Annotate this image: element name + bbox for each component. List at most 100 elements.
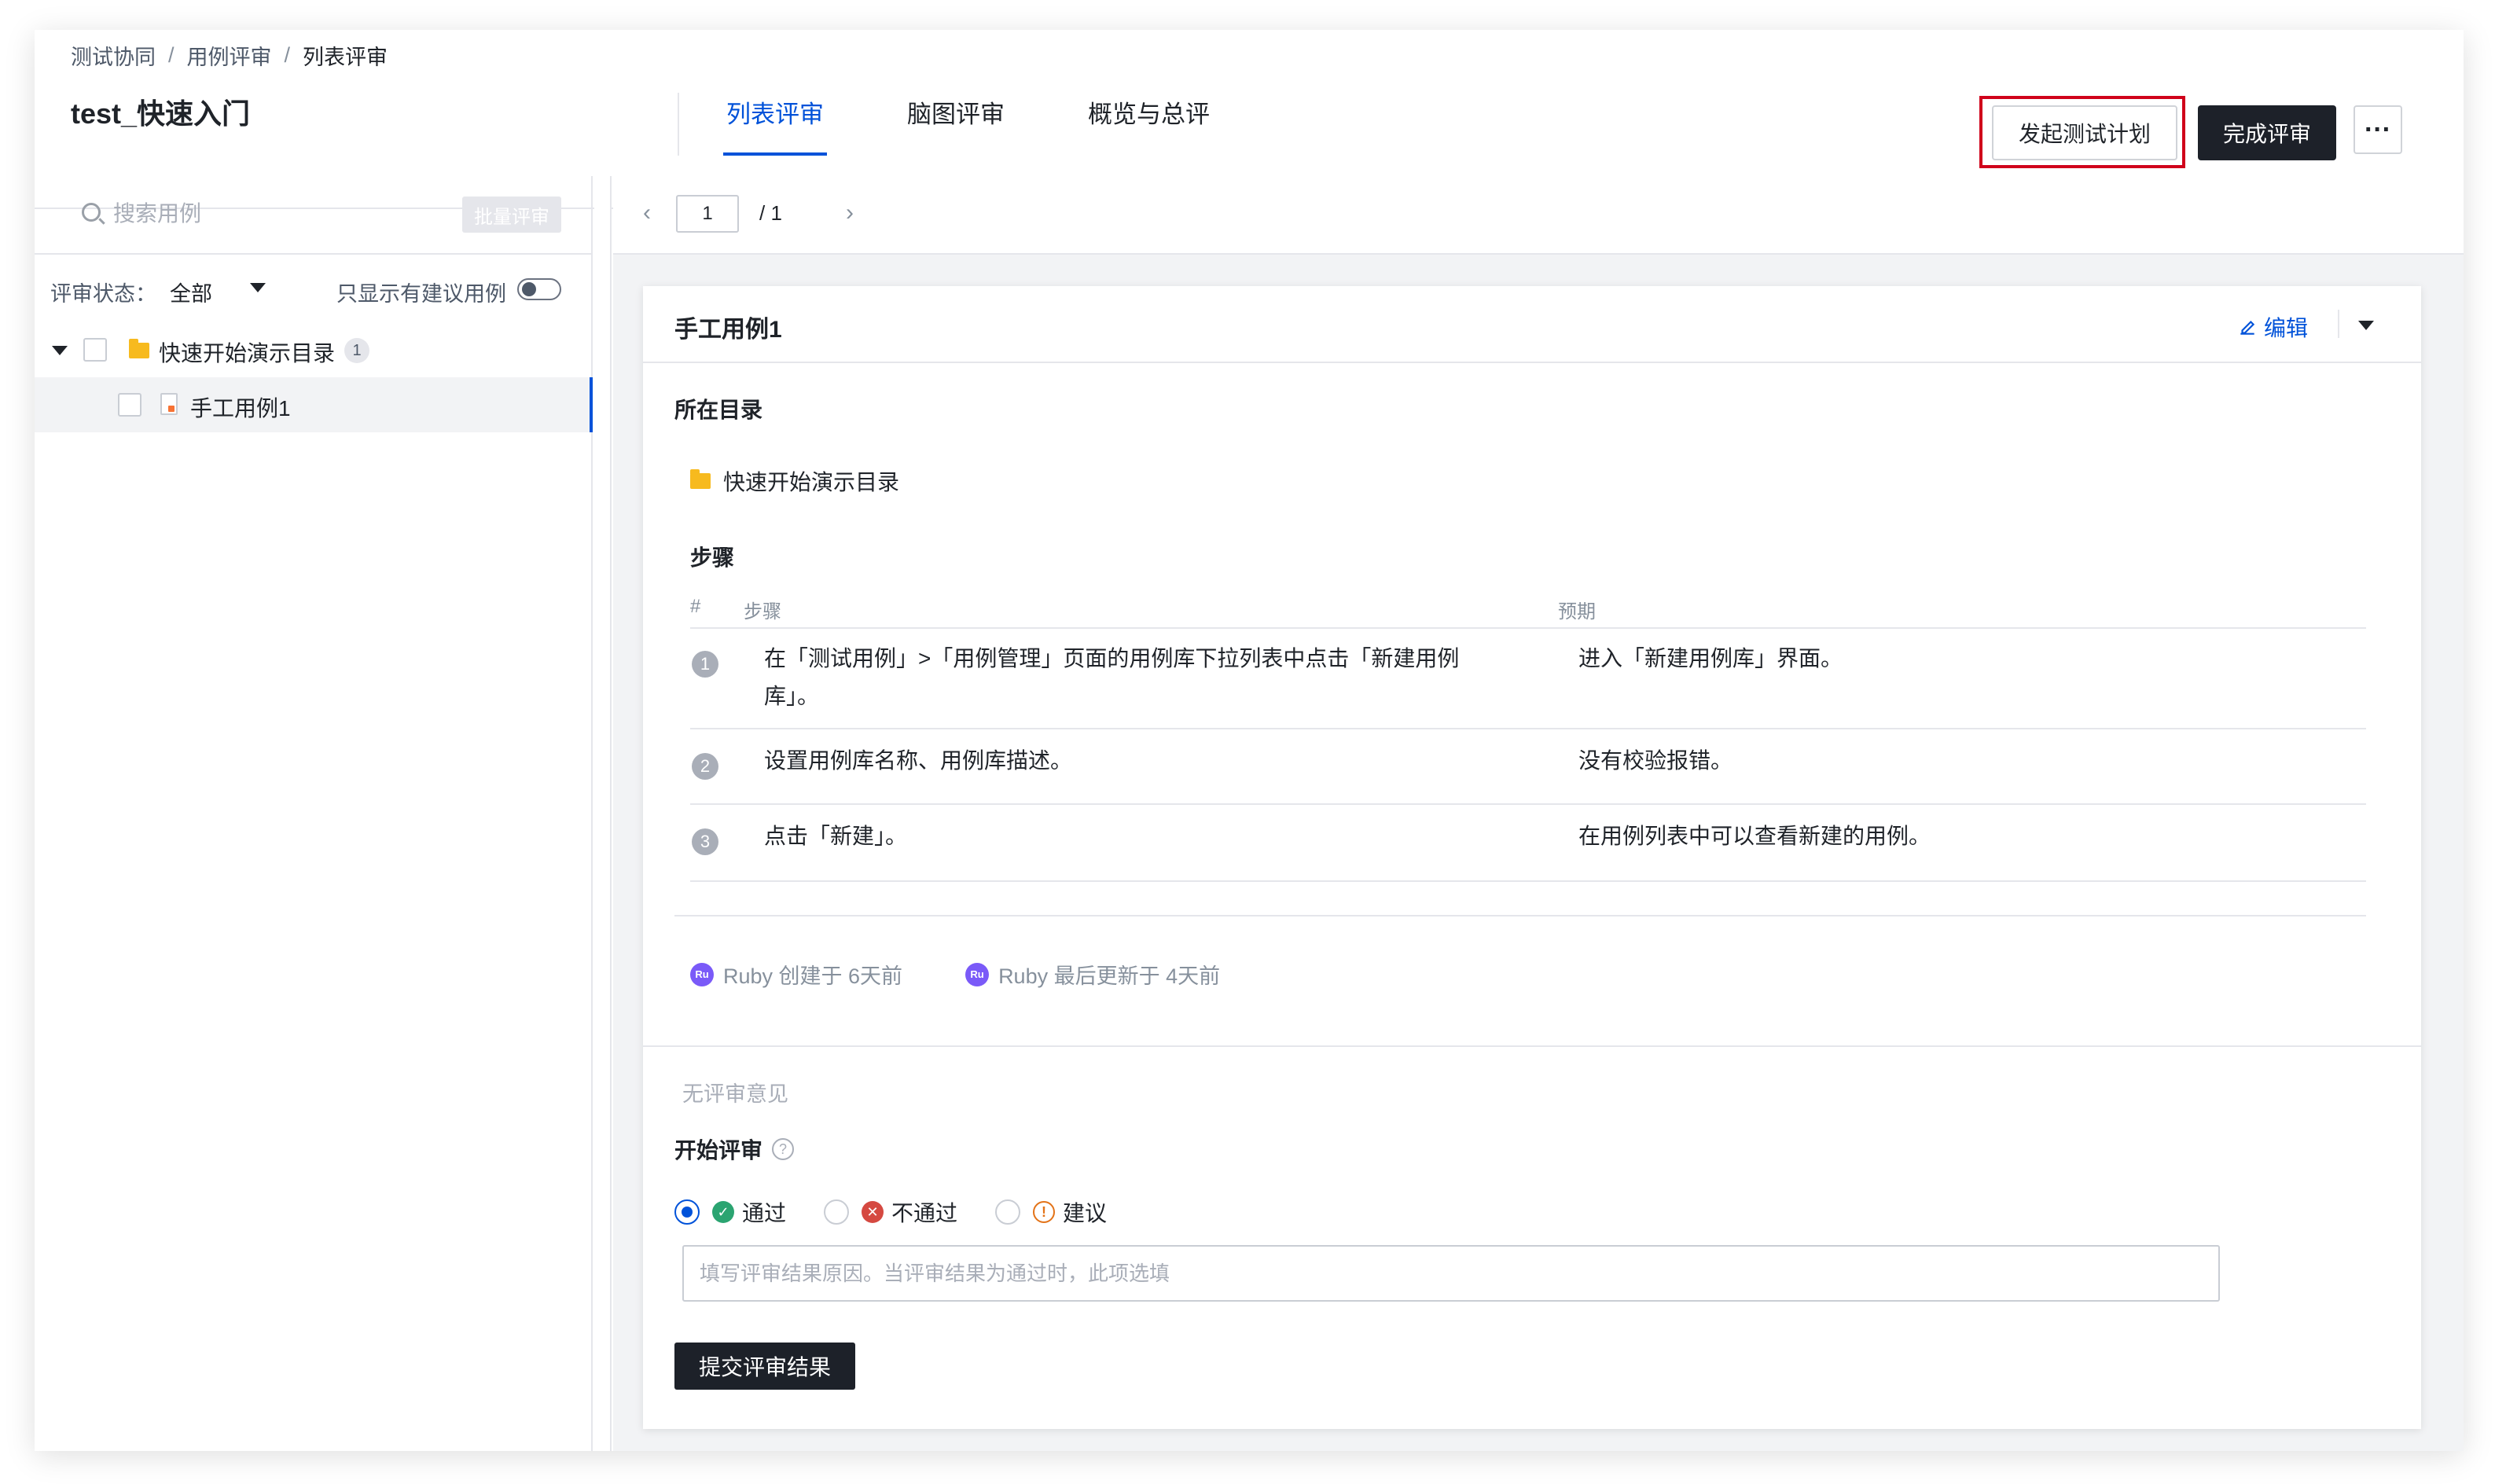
chevron-down-icon[interactable] <box>250 283 266 292</box>
filter-row: 评审状态： 全部 只显示有建议用例 <box>35 255 591 322</box>
collapse-caret-icon[interactable] <box>2358 321 2374 330</box>
folder-count-badge: 1 <box>344 338 369 363</box>
page-title: test_快速入门 <box>71 97 251 130</box>
check-circle-icon: ✓ <box>712 1201 734 1223</box>
case-title: 手工用例1 <box>674 317 782 343</box>
view-tabs: 列表评审 脑图评审 概览与总评 <box>678 93 1293 156</box>
edit-label: 编辑 <box>2264 316 2309 340</box>
search-input[interactable] <box>113 195 396 233</box>
case-card-header: 手工用例1 编辑 <box>643 286 2421 363</box>
step-description: 点击「新建」。 <box>764 824 908 848</box>
radio-suggest[interactable]: ! 建议 <box>995 1196 1107 1228</box>
no-review-comment: 无评审意见 <box>682 1082 788 1106</box>
radio-button[interactable] <box>824 1199 850 1225</box>
breadcrumb-item-case-review[interactable]: 用例评审 <box>187 40 272 71</box>
page-total: / 1 <box>759 201 782 225</box>
submit-review-button[interactable]: 提交评审结果 <box>674 1343 855 1390</box>
folder-icon <box>690 469 711 489</box>
case-sidebar: 批量评审 评审状态： 全部 只显示有建议用例 快速开始演示目录 1 手工用例1 <box>35 176 593 1451</box>
caret-down-icon[interactable] <box>52 346 68 355</box>
chevron-right-icon[interactable]: › <box>846 200 854 226</box>
warning-circle-icon: ! <box>1033 1201 1056 1223</box>
divider <box>674 915 2366 916</box>
updated-info: Ru Ruby 最后更新于 4天前 <box>965 959 1220 990</box>
tree-folder-item[interactable]: 快速开始演示目录 1 <box>35 322 591 377</box>
start-review-heading: 开始评审 ? <box>674 1133 795 1165</box>
folder-name: 快速开始演示目录 <box>159 341 336 365</box>
table-row: 1 在「测试用例」>「用例管理」页面的用例库下拉列表中点击「新建用例库」。 进入… <box>690 629 2366 729</box>
step-number-badge: 1 <box>692 651 718 678</box>
launch-test-plan-button[interactable]: 发起测试计划 <box>1992 105 2177 160</box>
review-section: 无评审意见 开始评审 ? ✓ 通过 ✕ 不通过 ! 建议 填写评审结果原因。当评… <box>643 1045 2421 1429</box>
finish-review-button[interactable]: 完成评审 <box>2198 105 2336 160</box>
step-number-badge: 2 <box>692 753 718 780</box>
breadcrumb: 测试协同 / 用例评审 / 列表评审 <box>71 39 388 71</box>
header-divider-line <box>2338 310 2339 338</box>
review-result-radio-group: ✓ 通过 ✕ 不通过 ! 建议 <box>674 1196 1145 1228</box>
breadcrumb-separator: / <box>168 42 175 67</box>
batch-review-button[interactable]: 批量评审 <box>462 197 561 233</box>
case-detail-card: 手工用例1 编辑 所在目录 快速开始演示目录 步骤 # 步骤 预期 1 在「测试… <box>643 286 2421 1429</box>
edit-button[interactable]: 编辑 <box>2237 311 2308 343</box>
steps-table: # 步骤 预期 1 在「测试用例」>「用例管理」页面的用例库下拉列表中点击「新建… <box>690 585 2366 882</box>
radio-button[interactable] <box>995 1199 1021 1225</box>
tab-overview[interactable]: 概览与总评 <box>1088 93 1210 156</box>
app-window: 测试协同 / 用例评审 / 列表评审 test_快速入门 列表评审 脑图评审 概… <box>35 30 2464 1451</box>
created-text: Ruby 创建于 6天前 <box>723 964 903 988</box>
review-status-label: 评审状态： <box>50 282 156 306</box>
directory-value: 快速开始演示目录 <box>723 470 900 494</box>
radio-pass[interactable]: ✓ 通过 <box>674 1196 786 1228</box>
main-panel: ‹ 1 / 1 › 手工用例1 编辑 所在目录 快速开始演示目录 步骤 # 步骤… <box>613 176 2464 1451</box>
help-icon[interactable]: ? <box>772 1138 795 1160</box>
radio-fail[interactable]: ✕ 不通过 <box>824 1196 957 1228</box>
tab-list-review[interactable]: 列表评审 <box>723 93 827 156</box>
tree-case-item[interactable]: 手工用例1 <box>35 377 593 432</box>
directory-value-row: 快速开始演示目录 <box>690 465 899 497</box>
steps-table-header: # 步骤 预期 <box>690 585 2366 629</box>
directory-label: 所在目录 <box>674 398 763 422</box>
test-case-icon <box>160 393 178 415</box>
sidebar-resize-handle[interactable] <box>594 176 612 1451</box>
breadcrumb-item-current: 列表评审 <box>303 45 388 69</box>
breadcrumb-item-collab[interactable]: 测试协同 <box>71 40 156 71</box>
search-row: 批量评审 <box>35 176 591 255</box>
breadcrumb-separator: / <box>284 42 291 67</box>
folder-checkbox[interactable] <box>83 338 107 362</box>
more-options-button[interactable]: ··· <box>2354 105 2402 154</box>
radio-button[interactable] <box>674 1199 700 1225</box>
avatar: Ru <box>690 962 714 986</box>
table-row: 2 设置用例库名称、用例库描述。 没有校验报错。 <box>690 729 2366 805</box>
radio-label: 建议 <box>1063 1201 1108 1225</box>
search-icon <box>82 203 101 222</box>
step-number-badge: 3 <box>692 828 718 855</box>
tab-mindmap-review[interactable]: 脑图评审 <box>907 93 1005 156</box>
folder-icon <box>129 339 149 358</box>
more-icon: ··· <box>2365 115 2391 145</box>
suggest-only-toggle[interactable] <box>517 278 561 300</box>
chevron-left-icon[interactable]: ‹ <box>643 200 651 226</box>
suggest-only-label: 只显示有建议用例 <box>336 282 506 306</box>
case-checkbox[interactable] <box>118 393 141 417</box>
radio-label: 通过 <box>742 1201 787 1225</box>
avatar: Ru <box>965 962 990 986</box>
start-review-label: 开始评审 <box>674 1138 763 1163</box>
case-meta: Ru Ruby 创建于 6天前 Ru Ruby 最后更新于 4天前 <box>690 959 1283 990</box>
page-input[interactable]: 1 <box>676 195 739 233</box>
steps-label: 步骤 <box>690 545 735 570</box>
table-row: 3 点击「新建」。 在用例列表中可以查看新建的用例。 <box>690 805 2366 882</box>
updated-text: Ruby 最后更新于 4天前 <box>998 964 1221 988</box>
case-name: 手工用例1 <box>190 396 291 421</box>
close-circle-icon: ✕ <box>862 1201 884 1223</box>
pencil-icon <box>2240 320 2255 335</box>
step-expected: 没有校验报错。 <box>1578 748 1733 773</box>
step-expected: 在用例列表中可以查看新建的用例。 <box>1578 824 1931 848</box>
review-status-select[interactable]: 全部 <box>170 277 212 307</box>
radio-label: 不通过 <box>891 1201 958 1225</box>
pager: ‹ 1 / 1 › <box>613 176 2464 255</box>
created-info: Ru Ruby 创建于 6天前 <box>690 959 902 990</box>
step-expected: 进入「新建用例库」界面。 <box>1578 646 1843 670</box>
step-description: 设置用例库名称、用例库描述。 <box>764 748 1073 773</box>
column-expected: 预期 <box>1558 601 1596 623</box>
step-description: 在「测试用例」>「用例管理」页面的用例库下拉列表中点击「新建用例库」。 <box>764 646 1460 708</box>
review-reason-input[interactable] <box>682 1245 2220 1302</box>
